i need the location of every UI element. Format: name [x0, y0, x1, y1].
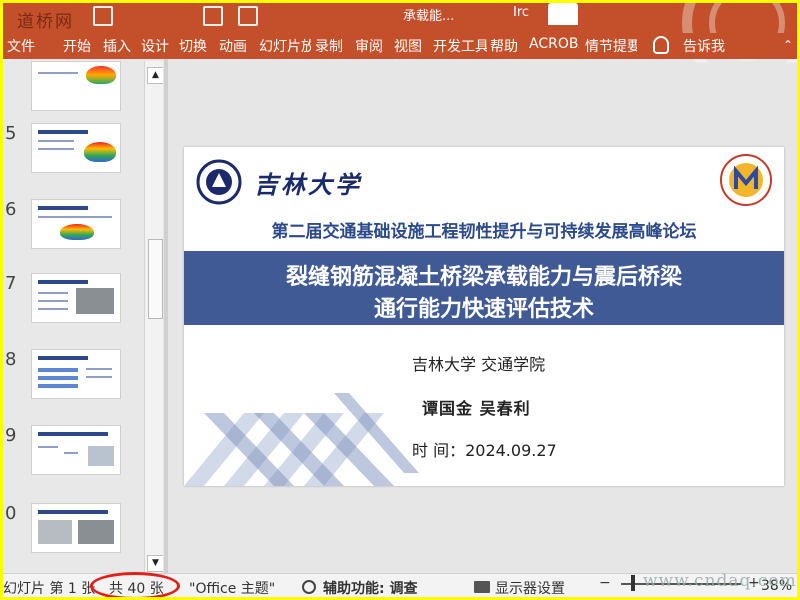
collapse-ribbon-icon[interactable]: ⌃ — [783, 38, 793, 52]
scroll-down-arrow-icon[interactable]: ▼ — [147, 555, 163, 572]
display-icon[interactable] — [474, 581, 490, 593]
display-settings-button[interactable]: 显示器设置 — [495, 578, 565, 597]
slide-thumbnail[interactable] — [31, 123, 121, 173]
tab-view[interactable]: 视图 — [394, 36, 422, 56]
tab-developer[interactable]: 开发工具 — [433, 36, 487, 56]
lightbulb-icon — [653, 36, 669, 54]
slide-thumbnail[interactable] — [31, 425, 121, 475]
zoom-out-icon[interactable]: − — [599, 575, 611, 591]
slide-title-line-1: 裂缝钢筋混凝土桥梁承载能力与震后桥梁 — [285, 265, 682, 290]
authors: 谭国金 吴春利 — [422, 399, 531, 418]
tab-help[interactable]: 帮助 — [490, 36, 518, 56]
watermark-logo: 道桥网 — [17, 12, 74, 32]
presentation-date: 时 间：2024.09.27 — [412, 441, 557, 460]
thumbnail-scrollbar[interactable]: ▲ ▼ — [144, 61, 163, 573]
accessibility-status[interactable]: 辅助功能: 调查 — [323, 578, 417, 597]
tab-animations[interactable]: 动画 — [219, 36, 247, 56]
document-title: 承载能... — [403, 9, 455, 24]
slide-number: 7 — [5, 273, 17, 294]
save-icon[interactable] — [93, 6, 113, 26]
slide-canvas[interactable]: 吉林大学 第二届交通基础设施工程韧性提升与可持续发展高峰论坛 裂缝钢筋混凝土桥梁… — [184, 147, 784, 486]
red-annotation-circle — [90, 572, 180, 597]
tab-insert[interactable]: 插入 — [103, 36, 131, 56]
forum-title: 第二届交通基础设施工程韧性提升与可持续发展高峰论坛 — [271, 222, 697, 242]
decorative-lattice — [184, 393, 419, 486]
slide-thumbnail[interactable] — [31, 199, 121, 249]
slide-indicator[interactable]: 幻灯片 第 1 张 — [3, 578, 95, 597]
present-icon[interactable] — [203, 6, 223, 26]
theme-name: "Office 主题" — [189, 581, 276, 597]
slide-thumbnail[interactable] — [31, 61, 121, 111]
tab-design[interactable]: 设计 — [141, 36, 169, 56]
affiliation: 吉林大学 交通学院 — [412, 355, 546, 374]
slide-number: 5 — [5, 123, 17, 144]
tab-record[interactable]: 录制 — [315, 36, 343, 56]
conference-logo-icon — [720, 154, 772, 206]
scroll-up-arrow-icon[interactable]: ▲ — [147, 67, 163, 84]
zoom-slider-thumb[interactable] — [631, 575, 635, 591]
slide-thumbnail[interactable] — [31, 503, 121, 553]
slide-number: 6 — [5, 199, 17, 220]
tab-file[interactable]: 文件 — [7, 36, 35, 56]
tab-storyboard[interactable]: 情节提要 — [585, 36, 637, 56]
tab-home[interactable]: 开始 — [63, 36, 91, 56]
tab-acrobat[interactable]: ACROBAT — [529, 36, 579, 52]
ribbon-tabs: 文件 开始 插入 设计 切换 动画 幻灯片放 录制 审阅 视图 开发工具 帮助 … — [3, 33, 797, 59]
scrollbar-handle[interactable] — [148, 239, 163, 319]
undo-icon[interactable] — [238, 6, 258, 26]
slide-number: 8 — [5, 349, 17, 370]
user-name: Irc — [513, 5, 530, 20]
slide-thumbnail[interactable] — [31, 273, 121, 323]
tab-transitions[interactable]: 切换 — [179, 36, 207, 56]
title-bar: 道桥网 承载能... Irc — [3, 3, 797, 63]
slide-title-line-2: 通行能力快速评估技术 — [373, 297, 594, 322]
tell-me-search[interactable]: 告诉我 — [683, 36, 725, 56]
site-watermark: www.cndaq.com — [643, 571, 797, 591]
slide-number: 0 — [5, 503, 17, 524]
slide-thumbnail[interactable] — [31, 349, 121, 399]
title-band: 裂缝钢筋混凝土桥梁承载能力与震后桥梁 通行能力快速评估技术 — [184, 251, 784, 325]
pane-splitter[interactable] — [164, 59, 168, 573]
powerpoint-window: 道桥网 承载能... Irc 文件 开始 插入 设计 切换 动画 幻灯片放 录制… — [3, 3, 797, 597]
tab-slideshow[interactable]: 幻灯片放 — [259, 36, 311, 56]
slide-number: 9 — [5, 425, 17, 446]
university-logotype: 吉林大学 — [254, 170, 362, 199]
accessibility-icon[interactable] — [302, 580, 316, 594]
jilin-university-seal-icon — [196, 159, 242, 205]
tab-review[interactable]: 审阅 — [355, 36, 383, 56]
slide-thumbnail-pane: 5 6 7 8 9 0 ▲ ▼ — [3, 59, 163, 573]
